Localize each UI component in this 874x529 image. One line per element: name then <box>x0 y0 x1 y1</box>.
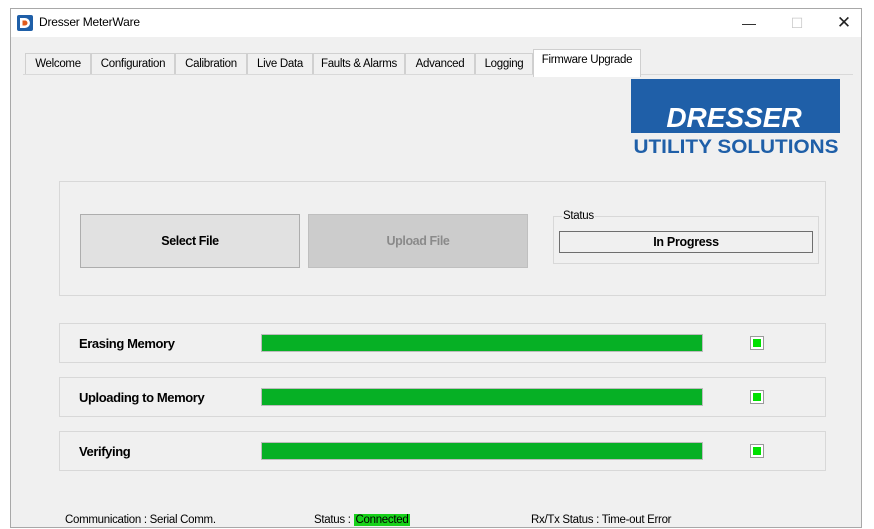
connection-status: Status : Connected <box>314 514 411 526</box>
progress-bar <box>261 334 703 352</box>
tab-calibration[interactable]: Calibration <box>175 53 247 75</box>
progress-fill <box>262 389 702 405</box>
step-label: Erasing Memory <box>79 336 175 351</box>
maximize-button[interactable]: ☐ <box>774 9 820 37</box>
connected-badge: Connected <box>353 514 411 526</box>
communication-status: Communication : Serial Comm. <box>65 514 216 526</box>
window-title: Dresser MeterWare <box>39 15 140 29</box>
step-uploading-to-memory: Uploading to Memory <box>59 377 826 417</box>
minimize-button[interactable]: — <box>726 9 772 37</box>
progress-fill <box>262 335 702 351</box>
tab-firmware-upgrade[interactable]: Firmware Upgrade <box>533 49 641 77</box>
step-label: Uploading to Memory <box>79 390 205 405</box>
step-erasing-memory: Erasing Memory <box>59 323 826 363</box>
status-legend: Status <box>562 210 595 222</box>
tab-live-data[interactable]: Live Data <box>247 53 313 75</box>
logo-text-utility: UTILITY SOLUTIONS <box>634 137 839 155</box>
step-label: Verifying <box>79 444 131 459</box>
rxtx-status: Rx/Tx Status : Time-out Error <box>531 514 672 526</box>
title-bar[interactable]: Dresser MeterWare — ☐ ✕ <box>11 9 861 37</box>
complete-indicator <box>750 390 764 404</box>
tab-faults-alarms[interactable]: Faults & Alarms <box>313 53 405 75</box>
connection-status-label: Status : <box>314 514 354 526</box>
tab-advanced[interactable]: Advanced <box>405 53 475 75</box>
tab-logging[interactable]: Logging <box>475 53 533 75</box>
tab-configuration[interactable]: Configuration <box>91 53 175 75</box>
progress-bar <box>261 442 703 460</box>
status-group: Status In Progress <box>553 210 819 264</box>
firmware-upgrade-panel: DRESSER UTILITY SOLUTIONS Select File Up… <box>23 74 853 505</box>
main-window: Dresser MeterWare — ☐ ✕ Welcome Configur… <box>10 8 862 528</box>
progress-fill <box>262 443 702 459</box>
file-upload-group: Select File Upload File Status In Progre… <box>59 181 826 296</box>
select-file-button[interactable]: Select File <box>80 214 300 268</box>
tab-welcome[interactable]: Welcome <box>25 53 91 75</box>
complete-indicator <box>750 336 764 350</box>
progress-bar <box>261 388 703 406</box>
app-logo-icon <box>17 15 33 31</box>
logo-text-dresser: DRESSER <box>666 102 802 133</box>
upload-file-button[interactable]: Upload File <box>308 214 528 268</box>
status-bar: Communication : Serial Comm. Status : Co… <box>11 509 861 529</box>
status-value: In Progress <box>559 231 813 253</box>
close-button[interactable]: ✕ <box>821 9 867 37</box>
dresser-logo: DRESSER UTILITY SOLUTIONS <box>631 79 840 155</box>
complete-indicator <box>750 444 764 458</box>
step-verifying: Verifying <box>59 431 826 471</box>
